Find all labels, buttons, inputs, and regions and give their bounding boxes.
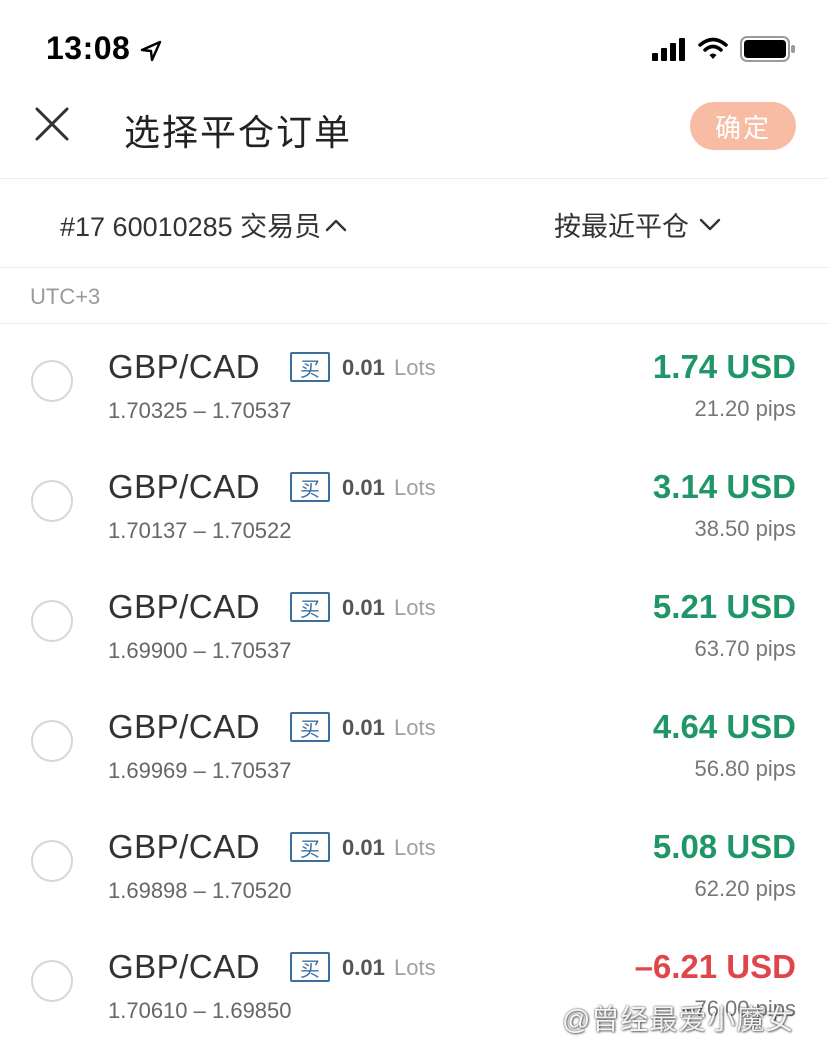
order-profit: 1.74 USD: [652, 348, 796, 385]
order-pips: 62.20 pips: [694, 876, 796, 901]
select-radio[interactable]: [31, 960, 73, 1002]
order-symbol: GBP/CAD: [108, 348, 261, 385]
status-bar: 13:08: [0, 0, 828, 96]
order-profit: 3.14 USD: [652, 468, 796, 505]
confirm-button[interactable]: 确定: [690, 102, 796, 150]
order-symbol: GBP/CAD: [108, 708, 261, 745]
price-range: 1.69900 – 1.70537: [108, 638, 292, 663]
sort-label: 按最近平仓: [554, 212, 689, 242]
order-symbol: GBP/CAD: [108, 588, 261, 625]
order-row[interactable]: GBP/CAD 买 0.01 Lots 1.69898 – 1.70520 5.…: [0, 804, 828, 924]
order-pips: 63.70 pips: [694, 636, 796, 661]
timezone-row: UTC+3: [0, 268, 828, 324]
lots-unit: Lots: [394, 475, 436, 500]
order-profit: –6.21 USD: [634, 948, 796, 985]
order-pips: 21.20 pips: [694, 396, 796, 421]
buy-badge: 买: [290, 352, 330, 382]
select-radio[interactable]: [31, 840, 73, 882]
buy-badge: 买: [290, 952, 330, 982]
close-icon[interactable]: [34, 106, 70, 142]
buy-badge: 买: [290, 832, 330, 862]
order-profit: 5.21 USD: [652, 588, 796, 625]
sort-selector[interactable]: 按最近平仓: [554, 205, 721, 244]
order-row[interactable]: GBP/CAD 买 0.01 Lots 1.69900 – 1.70537 5.…: [0, 564, 828, 684]
order-profit: 4.64 USD: [652, 708, 796, 745]
location-arrow-icon: [140, 40, 162, 62]
order-lots: 0.01: [342, 475, 385, 500]
signal-icon: [652, 38, 685, 61]
select-radio[interactable]: [31, 600, 73, 642]
select-radio[interactable]: [31, 360, 73, 402]
account-label: #17 60010285 交易员: [60, 212, 322, 242]
price-range: 1.70610 – 1.69850: [108, 998, 292, 1023]
order-pips: 38.50 pips: [694, 516, 796, 541]
order-row[interactable]: GBP/CAD 买 0.01 Lots 1.69969 – 1.70537 4.…: [0, 684, 828, 804]
chevron-down-icon: [699, 218, 721, 230]
wifi-icon: [698, 37, 728, 59]
price-range: 1.69969 – 1.70537: [108, 758, 292, 783]
timezone-label: UTC+3: [30, 284, 101, 309]
order-profit: 5.08 USD: [652, 828, 796, 865]
battery-icon: [740, 36, 795, 62]
price-range: 1.70137 – 1.70522: [108, 518, 292, 543]
buy-badge: 买: [290, 472, 330, 502]
lots-unit: Lots: [394, 355, 436, 380]
order-lots: 0.01: [342, 955, 385, 980]
select-radio[interactable]: [31, 720, 73, 762]
status-time: 13:08: [46, 30, 131, 66]
order-row[interactable]: GBP/CAD 买 0.01 Lots 1.70137 – 1.70522 3.…: [0, 444, 828, 564]
header: 选择平仓订单 确定: [0, 90, 828, 179]
chevron-up-icon: [325, 219, 347, 231]
page-title: 选择平仓订单: [124, 112, 353, 153]
price-range: 1.69898 – 1.70520: [108, 878, 292, 903]
lots-unit: Lots: [394, 955, 436, 980]
order-list: GBP/CAD 买 0.01 Lots 1.70325 – 1.70537 1.…: [0, 324, 828, 1044]
buy-badge: 买: [290, 712, 330, 742]
order-lots: 0.01: [342, 715, 385, 740]
buy-badge: 买: [290, 592, 330, 622]
order-lots: 0.01: [342, 595, 385, 620]
watermark: @曾经最爱小魔女: [562, 1004, 795, 1035]
order-symbol: GBP/CAD: [108, 468, 261, 505]
order-row[interactable]: GBP/CAD 买 0.01 Lots 1.70325 – 1.70537 1.…: [0, 324, 828, 444]
price-range: 1.70325 – 1.70537: [108, 398, 292, 423]
screen: 13:08 选择平仓订单 确定 #17 60010285 交易员 按最近平仓 U…: [0, 0, 828, 1064]
order-symbol: GBP/CAD: [108, 948, 261, 985]
select-radio[interactable]: [31, 480, 73, 522]
order-lots: 0.01: [342, 355, 385, 380]
lots-unit: Lots: [394, 835, 436, 860]
order-lots: 0.01: [342, 835, 385, 860]
lots-unit: Lots: [394, 715, 436, 740]
lots-unit: Lots: [394, 595, 436, 620]
filter-row: #17 60010285 交易员 按最近平仓: [0, 179, 828, 268]
account-selector[interactable]: #17 60010285 交易员: [60, 205, 347, 244]
order-symbol: GBP/CAD: [108, 828, 261, 865]
order-pips: 56.80 pips: [694, 756, 796, 781]
